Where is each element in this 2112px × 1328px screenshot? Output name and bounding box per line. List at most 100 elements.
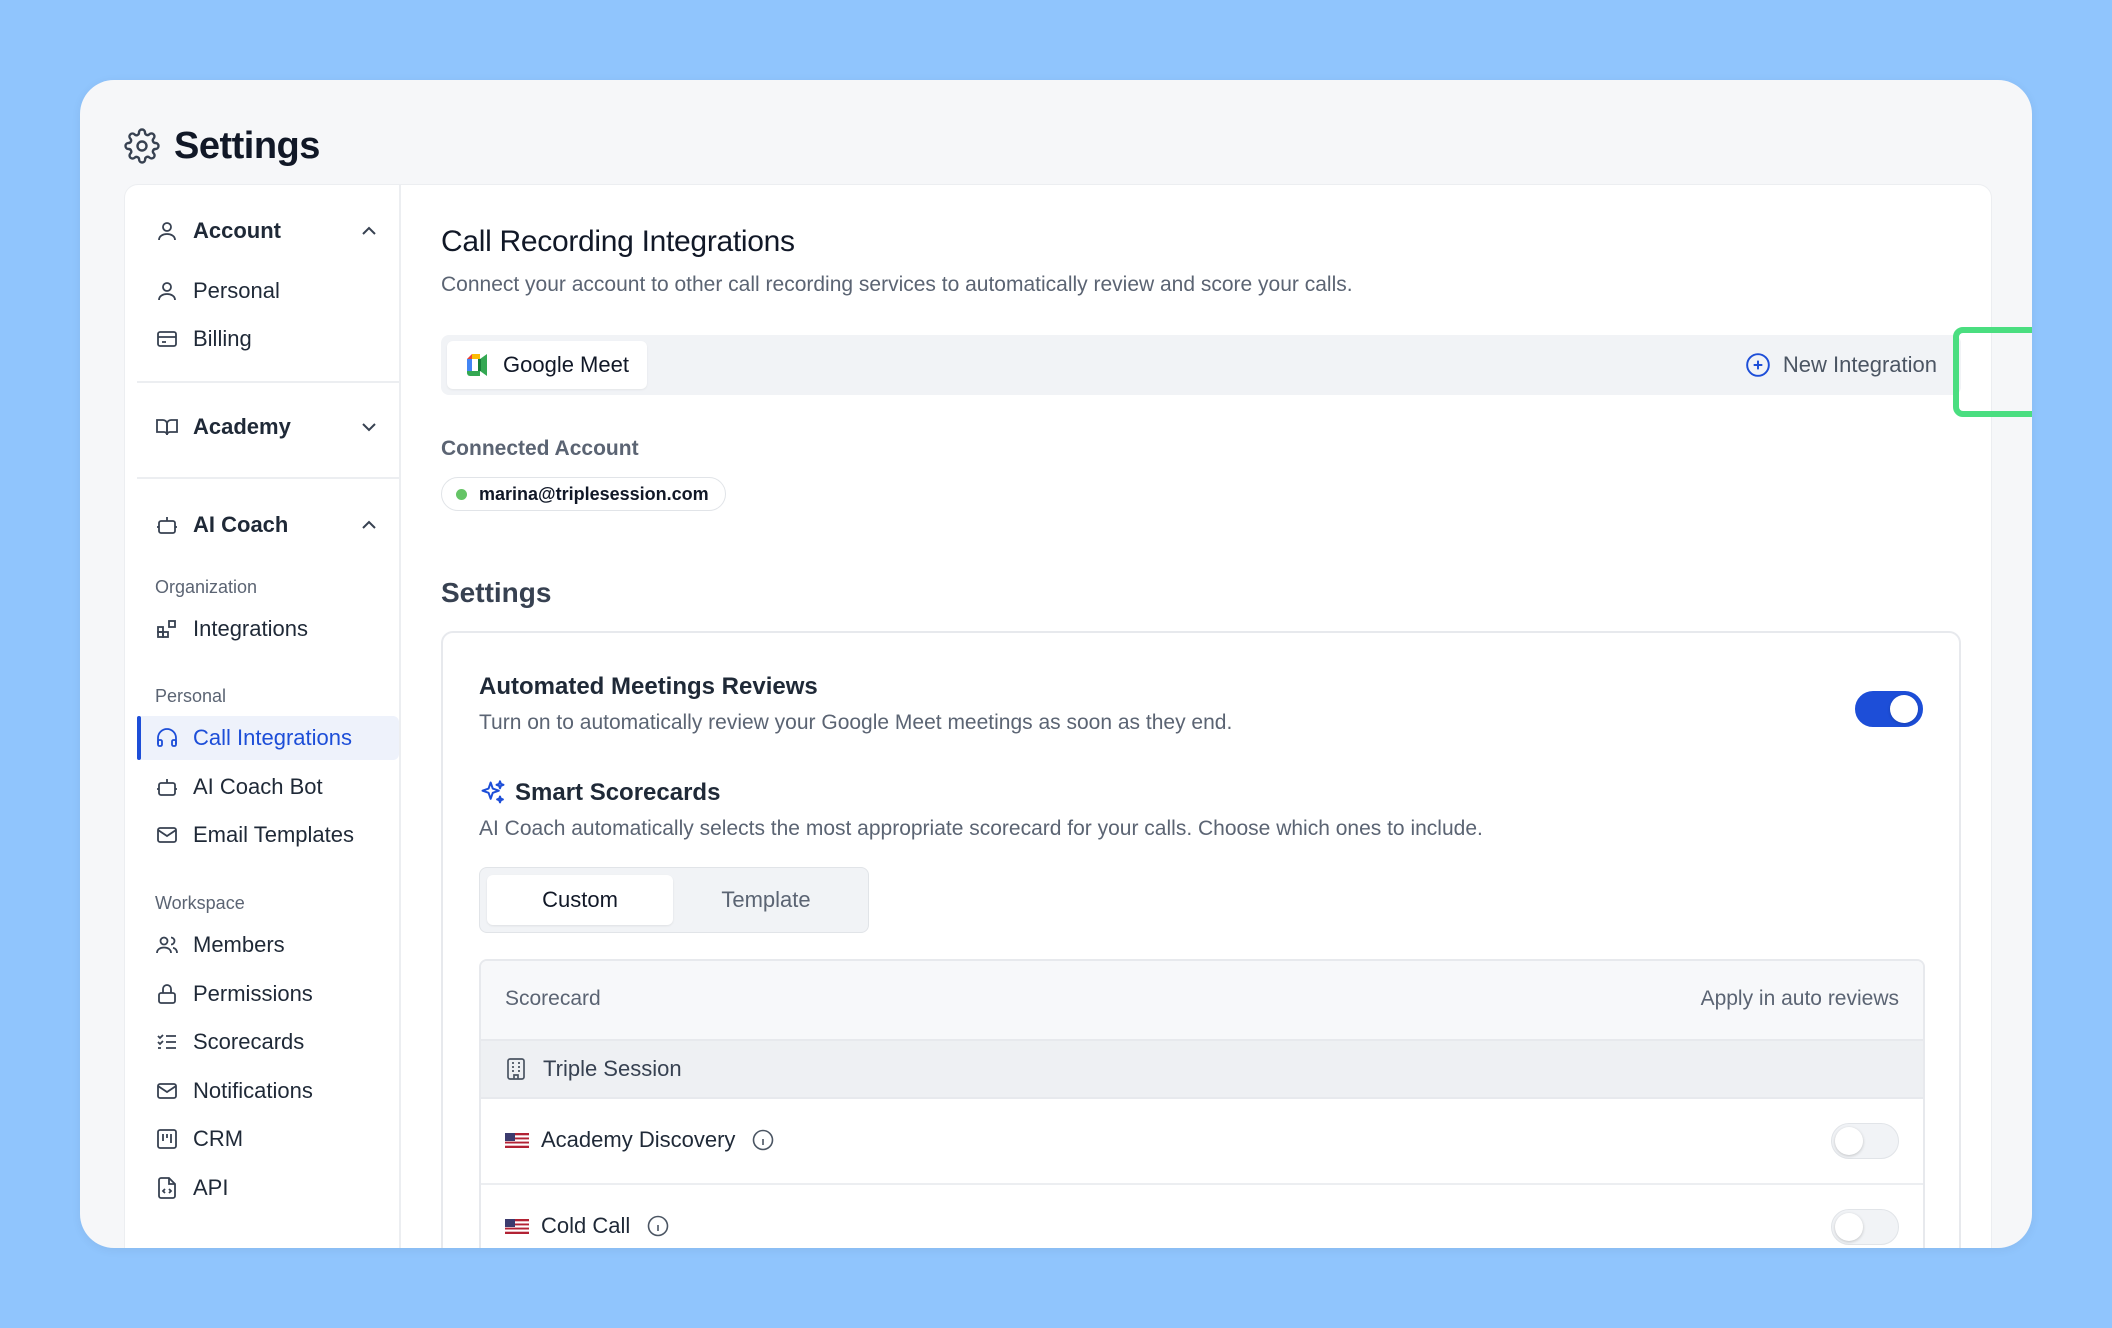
plus-circle-icon [1746,353,1770,377]
mail-icon [157,1083,177,1099]
scorecard-toggle[interactable] [1831,1209,1899,1245]
chevron-down-icon [362,423,376,432]
sidebar-item-label: CRM [193,1126,244,1151]
connected-account-email: marina@triplesession.com [479,483,709,504]
main-content: Call Recording Integrations Connect your… [401,185,2032,1248]
list-checks-icon [157,1034,176,1049]
page-title: Settings [174,124,320,167]
settings-heading: Settings [441,577,552,608]
sidebar-section-personal: Personal [155,686,227,706]
sidebar-item-notifications[interactable]: Notifications [137,1069,399,1113]
headphones-icon [157,728,177,747]
scorecard-toggle[interactable] [1831,1123,1899,1159]
sidebar-section-workspace: Workspace [155,893,245,913]
kanban-icon [157,1129,177,1149]
sidebar-item-personal[interactable]: Personal [137,269,399,313]
settings-window: Settings Account Personal Billing Academ… [80,80,2032,1248]
bot-icon [157,517,177,534]
tab-custom[interactable]: Custom [487,875,673,925]
sidebar-item-label: Personal [193,278,280,303]
smart-scorecards-description: AI Coach automatically selects the most … [479,817,1483,840]
settings-panel: Account Personal Billing Academy AI Coac… [124,184,2032,1248]
sidebar-divider [137,381,399,383]
sidebar-item-ai-coach-bot[interactable]: AI Coach Bot [137,765,399,809]
us-flag-icon [505,1132,529,1148]
sidebar-item-scorecards[interactable]: Scorecards [137,1020,399,1064]
sidebar-item-label: Scorecards [193,1029,305,1054]
lock-icon [158,984,176,1004]
bot-icon [157,779,177,796]
sidebar-item-label: Billing [193,326,252,351]
section-subtitle: Connect your account to other call recor… [441,273,1353,296]
book-open-icon [156,419,178,436]
scorecard-name: Academy Discovery [541,1127,736,1152]
scorecard-type-switch: Custom Template [479,867,869,933]
gear-icon [124,128,160,164]
tab-label: Google Meet [503,352,629,377]
blocks-icon [157,620,176,638]
sidebar-group-label: Account [193,218,281,243]
toggle-knob [1835,1213,1863,1241]
mail-icon [157,827,177,843]
smart-scorecards-title: Smart Scorecards [479,779,720,807]
automated-reviews-description: Turn on to automatically review your Goo… [479,711,1233,734]
row-label: Cold Call [505,1213,670,1239]
sidebar-item-api[interactable]: API [137,1166,399,1210]
chevron-up-icon [362,226,376,235]
automated-reviews-toggle[interactable] [1855,691,1923,727]
sidebar-item-crm[interactable]: CRM [137,1117,399,1161]
user-icon [158,282,176,301]
section-title: Call Recording Integrations [441,225,795,258]
sidebar-item-label: Email Templates [193,822,354,847]
sidebar-item-call-integrations[interactable]: Call Integrations [137,716,399,760]
smart-scorecards-label: Smart Scorecards [515,779,721,806]
toggle-knob [1890,695,1918,723]
sidebar-item-permissions[interactable]: Permissions [137,972,399,1016]
new-integration-button[interactable]: New Integration [1720,337,1961,393]
sidebar-item-email-templates[interactable]: Email Templates [137,813,399,857]
chevron-up-icon [362,520,376,529]
sidebar-item-billing[interactable]: Billing [137,317,399,361]
building-icon [507,1058,525,1080]
user-icon [158,222,176,241]
sidebar-group-label: Academy [193,414,291,439]
sidebar-group-account[interactable]: Account [137,209,399,253]
sidebar-item-integrations[interactable]: Integrations [137,607,399,651]
sidebar-section-organization: Organization [155,577,258,597]
connected-account-label: Connected Account [441,437,639,460]
info-icon[interactable] [751,1128,775,1152]
file-code-icon [158,1177,176,1199]
us-flag-icon [505,1218,529,1234]
sidebar-item-label: Members [193,932,285,957]
page-header: Settings [124,116,320,176]
sidebar-item-members[interactable]: Members [137,923,399,967]
column-header-scorecard: Scorecard [505,987,601,1010]
sidebar-group-academy[interactable]: Academy [137,405,399,449]
scorecard-table: Scorecard Apply in auto reviews Triple S… [479,959,1925,1248]
new-integration-label: New Integration [1782,352,1937,377]
tab-template[interactable]: Template [673,875,859,925]
sidebar-item-label: Call Integrations [193,725,352,750]
settings-card: Automated Meetings Reviews Turn on to au… [441,631,1961,1248]
info-icon[interactable] [646,1214,670,1238]
column-header-apply: Apply in auto reviews [1700,987,1899,1010]
credit-card-icon [157,331,177,347]
table-row: Cold Call [481,1185,1923,1248]
table-row: Academy Discovery [481,1099,1923,1185]
toggle-knob [1835,1127,1863,1155]
status-dot [456,488,467,500]
tab-google-meet[interactable]: Google Meet [447,341,647,389]
table-group-row: Triple Session [481,1041,1923,1099]
automated-reviews-title: Automated Meetings Reviews [479,673,818,700]
sparkles-icon [481,780,505,804]
sidebar: Account Personal Billing Academy AI Coac… [125,185,401,1248]
group-label: Triple Session [543,1056,682,1081]
table-header: Scorecard Apply in auto reviews [481,961,1923,1041]
users-icon [156,936,178,954]
integration-tabbar: Google Meet New Integration [441,335,1961,395]
scorecard-name: Cold Call [541,1213,631,1238]
new-integration-highlight [1953,327,2032,417]
sidebar-group-label: AI Coach [193,512,289,537]
sidebar-item-label: Integrations [193,616,308,641]
sidebar-group-ai-coach[interactable]: AI Coach [137,503,399,547]
